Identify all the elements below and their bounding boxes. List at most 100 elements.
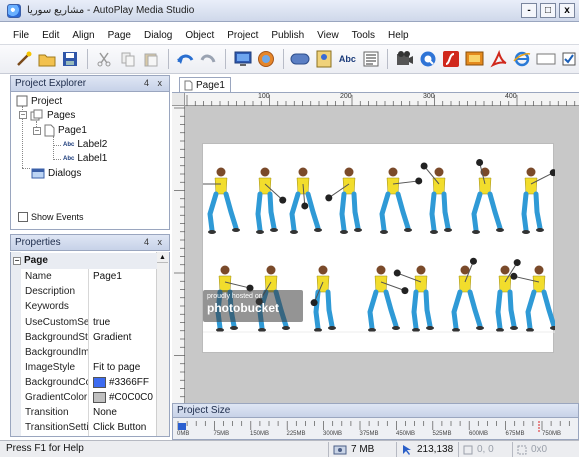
tree-pages[interactable]: − Pages [19,109,75,121]
collapse-icon[interactable]: − [19,111,27,119]
property-name: Keywords [11,299,89,315]
project-size-scale-label: 375MB [359,431,379,437]
project-size-scale-label: 750MB [542,431,562,437]
property-row[interactable]: BackgroundSty Gradient [11,329,157,345]
property-value-text: None [93,407,117,419]
property-row[interactable]: UseCustomSe true [11,314,157,330]
show-events-checkbox[interactable]: Show Events [18,212,84,222]
checkbox-object-icon[interactable] [560,48,579,70]
watermark-line1: proudly hosted on [207,293,263,300]
pdf-object-icon[interactable] [489,48,508,70]
wand-icon[interactable] [14,48,33,70]
property-name: UseCustomSe [11,314,89,330]
tree-label1[interactable]: Abc Label1 [63,153,107,164]
ruler-label: 200 [340,93,352,100]
tab-page1-label: Page1 [196,79,225,91]
window-title: مشاريع سوريا - AutoPlay Media Studio [27,5,195,16]
property-value[interactable]: Fit to page [89,362,157,373]
label-object-icon[interactable]: Abc [338,48,357,70]
watermark-line2: photobucket [207,301,279,315]
label-icon: Abc [63,141,75,148]
property-value[interactable]: Click Button [89,422,157,433]
collapse-icon[interactable]: − [33,126,41,135]
tree-page1-label: Page1 [58,125,87,136]
paste-icon[interactable] [141,48,160,70]
menu-object[interactable]: Object [185,30,214,41]
properties-section-page[interactable]: − Page [11,253,157,269]
save-icon[interactable] [61,48,80,70]
property-row[interactable]: Transition None [11,404,157,421]
video-object-icon[interactable] [395,48,414,70]
menu-view[interactable]: View [317,30,339,41]
menu-dialog[interactable]: Dialog [144,30,172,41]
preview-icon[interactable] [256,48,275,70]
property-row[interactable]: Name Page1 [11,269,157,285]
maximize-button[interactable]: □ [540,3,556,18]
menu-align[interactable]: Align [72,30,94,41]
property-row[interactable]: Keywords [11,299,157,315]
section-label: Page [24,255,48,267]
hammer-throw-sequence-image[interactable] [191,144,558,354]
close-button[interactable]: x [559,3,575,18]
properties-scrollbar[interactable]: ▲ [156,252,169,436]
color-swatch[interactable] [93,392,106,404]
collapse-icon[interactable]: − [13,256,21,265]
menu-publish[interactable]: Publish [271,30,304,41]
open-folder-icon[interactable] [37,48,56,70]
property-row[interactable]: BackgroundIm [11,344,157,361]
property-row[interactable]: ImageStyle Fit to page [11,359,157,376]
property-value[interactable]: Page1 [89,271,157,282]
menu-page[interactable]: Page [108,30,131,41]
menu-project[interactable]: Project [227,30,258,41]
property-value-text: Gradient [93,331,132,343]
menu-help[interactable]: Help [388,30,409,41]
cut-icon[interactable] [95,48,114,70]
tab-page1[interactable]: Page1 [179,77,231,92]
property-row[interactable]: GradientColor #C0C0C0 [11,389,157,406]
project-size-scale-label: 75MB [213,431,230,437]
page-canvas[interactable]: proudly hosted on photobucket [191,143,558,354]
tree-page1[interactable]: − Page1 [33,124,87,137]
copy-icon[interactable] [118,48,137,70]
property-row[interactable]: InheritBackgro [11,435,157,436]
ruler-label: 400 [505,93,517,100]
properties-panel: ▲ − Page Name Page1 Description Keywords Use… [10,252,170,437]
checkbox-icon[interactable] [18,212,28,222]
color-swatch[interactable] [93,376,106,388]
tree-label2[interactable]: Abc Label2 [63,139,107,150]
property-value[interactable]: #3366FF [89,376,157,388]
input-object-icon[interactable] [536,48,556,70]
menu-edit[interactable]: Edit [42,30,59,41]
property-row[interactable]: BackgroundCo #3366FF [11,374,157,391]
property-value[interactable]: None [89,407,157,418]
property-value[interactable]: true [89,317,157,328]
monitor-icon[interactable] [233,48,252,70]
tree-project[interactable]: Project [16,95,62,107]
minimize-button[interactable]: - [521,3,537,18]
redo-icon[interactable] [199,48,218,70]
undo-icon[interactable] [176,48,195,70]
design-canvas[interactable]: 100 200 300 400 proudly hosted on photob… [172,92,579,403]
project-size-scale-label: 525MB [432,431,452,437]
property-name: BackgroundIm [11,344,89,361]
property-row[interactable]: TransitionSetti Click Button [11,420,157,436]
tree-label2-label: Label2 [77,139,108,150]
paragraph-object-icon[interactable] [361,48,380,70]
menu-tools[interactable]: Tools [352,30,375,41]
flash-object-icon[interactable] [442,48,461,70]
tree-dialogs[interactable]: Dialogs [31,167,81,179]
property-value[interactable]: Gradient [89,332,157,343]
image-object-icon[interactable] [314,48,333,70]
button-object-icon[interactable] [290,48,310,70]
property-row[interactable]: Description [11,284,157,300]
slideshow-object-icon[interactable] [465,48,485,70]
property-name: InheritBackgro [11,435,89,436]
property-value[interactable]: #C0C0C0 [89,392,157,404]
menu-file[interactable]: File [13,30,29,41]
properties-pins[interactable]: 4 x [144,237,165,247]
status-dim: 0x0 [531,444,548,455]
properties-title: Properties [15,237,61,248]
web-object-icon[interactable] [512,48,531,70]
project-explorer-pins[interactable]: 4 x [144,78,165,88]
quicktime-object-icon[interactable] [419,48,438,70]
